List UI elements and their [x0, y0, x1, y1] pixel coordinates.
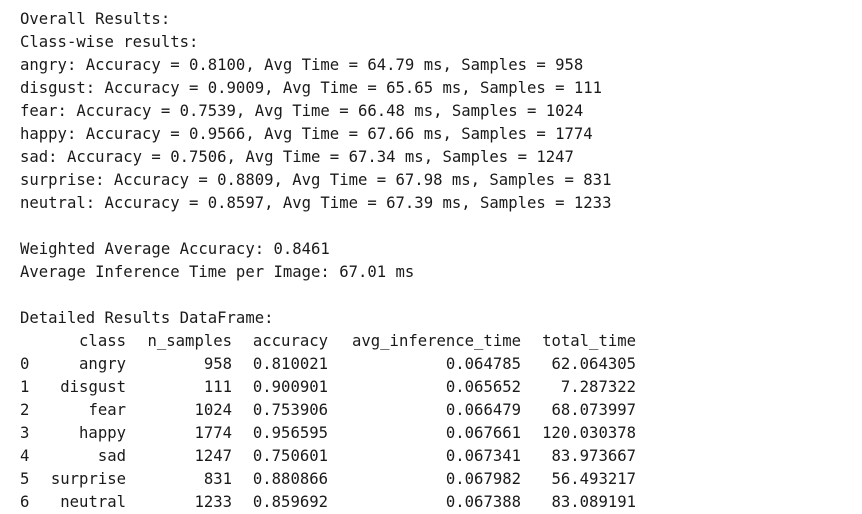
- dataframe-heading: Detailed Results DataFrame:: [20, 309, 274, 327]
- cell-accuracy: 0.956595: [252, 424, 328, 442]
- cell-output: Overall Results: Class-wise results: ang…: [20, 8, 850, 514]
- classwise-line: disgust: Accuracy = 0.9009, Avg Time = 6…: [20, 79, 603, 97]
- table-row: 0 angry 958 0.810021 0.064785 62.064305: [20, 353, 636, 376]
- classwise-results-heading: Class-wise results:: [20, 33, 199, 51]
- row-index: 3: [20, 424, 30, 442]
- dataframe-header-row: class n_samples accuracy avg_inference_t…: [20, 330, 636, 353]
- cell-total-time: 62.064305: [551, 355, 637, 373]
- table-row: 1 disgust 111 0.900901 0.065652 7.287322: [20, 376, 636, 399]
- row-index: 2: [20, 401, 30, 419]
- table-row: 5 surprise 831 0.880866 0.067982 56.4932…: [20, 468, 636, 491]
- row-index: 5: [20, 470, 30, 488]
- cell-n-samples: 831: [203, 470, 232, 488]
- overall-results-heading: Overall Results:: [20, 10, 171, 28]
- cell-avg-inference-time: 0.064785: [445, 355, 521, 373]
- cell-avg-inference-time: 0.065652: [445, 378, 521, 396]
- cell-total-time: 7.287322: [560, 378, 636, 396]
- cell-n-samples: 111: [203, 378, 232, 396]
- cell-accuracy: 0.753906: [252, 401, 328, 419]
- row-index: 4: [20, 447, 30, 465]
- cell-avg-inference-time: 0.067341: [445, 447, 521, 465]
- classwise-line: neutral: Accuracy = 0.8597, Avg Time = 6…: [20, 194, 612, 212]
- cell-total-time: 83.973667: [551, 447, 637, 465]
- cell-accuracy: 0.900901: [252, 378, 328, 396]
- average-inference-time: Average Inference Time per Image: 67.01 …: [20, 263, 415, 281]
- classwise-line: surprise: Accuracy = 0.8809, Avg Time = …: [20, 171, 612, 189]
- table-row: 3 happy 1774 0.956595 0.067661 120.03037…: [20, 422, 636, 445]
- classwise-line: happy: Accuracy = 0.9566, Avg Time = 67.…: [20, 125, 593, 143]
- cell-accuracy: 0.750601: [252, 447, 328, 465]
- classwise-line: sad: Accuracy = 0.7506, Avg Time = 67.34…: [20, 148, 574, 166]
- classwise-line: fear: Accuracy = 0.7539, Avg Time = 66.4…: [20, 102, 584, 120]
- cell-total-time: 120.030378: [542, 424, 636, 442]
- cell-class: disgust: [60, 378, 126, 396]
- index-header: [20, 330, 48, 353]
- cell-accuracy: 0.880866: [252, 470, 328, 488]
- cell-class: happy: [79, 424, 126, 442]
- cell-n-samples: 1247: [194, 447, 232, 465]
- column-header-n-samples: n_samples: [147, 332, 233, 350]
- column-header-accuracy: accuracy: [252, 332, 328, 350]
- cell-n-samples: 1774: [194, 424, 232, 442]
- column-header-total-time: total_time: [542, 332, 636, 350]
- cell-class: fear: [88, 401, 126, 419]
- cell-avg-inference-time: 0.067661: [445, 424, 521, 442]
- cell-n-samples: 1024: [194, 401, 232, 419]
- cell-avg-inference-time: 0.067982: [445, 470, 521, 488]
- cell-total-time: 56.493217: [551, 470, 637, 488]
- table-row: 4 sad 1247 0.750601 0.067341 83.973667: [20, 445, 636, 468]
- row-index: 0: [20, 355, 30, 373]
- cell-total-time: 68.073997: [551, 401, 637, 419]
- cell-class: sad: [97, 447, 126, 465]
- results-dataframe: class n_samples accuracy avg_inference_t…: [20, 330, 636, 514]
- cell-n-samples: 958: [203, 355, 232, 373]
- cell-accuracy: 0.810021: [252, 355, 328, 373]
- column-header-avg-inference-time: avg_inference_time: [352, 332, 521, 350]
- weighted-average-accuracy: Weighted Average Accuracy: 0.8461: [20, 240, 330, 258]
- row-index: 1: [20, 378, 30, 396]
- column-header-class: class: [79, 332, 126, 350]
- cell-avg-inference-time: 0.066479: [445, 401, 521, 419]
- cell-class: angry: [79, 355, 126, 373]
- cell-class: surprise: [50, 470, 126, 488]
- table-row: 2 fear 1024 0.753906 0.066479 68.073997: [20, 399, 636, 422]
- classwise-line: angry: Accuracy = 0.8100, Avg Time = 64.…: [20, 56, 584, 74]
